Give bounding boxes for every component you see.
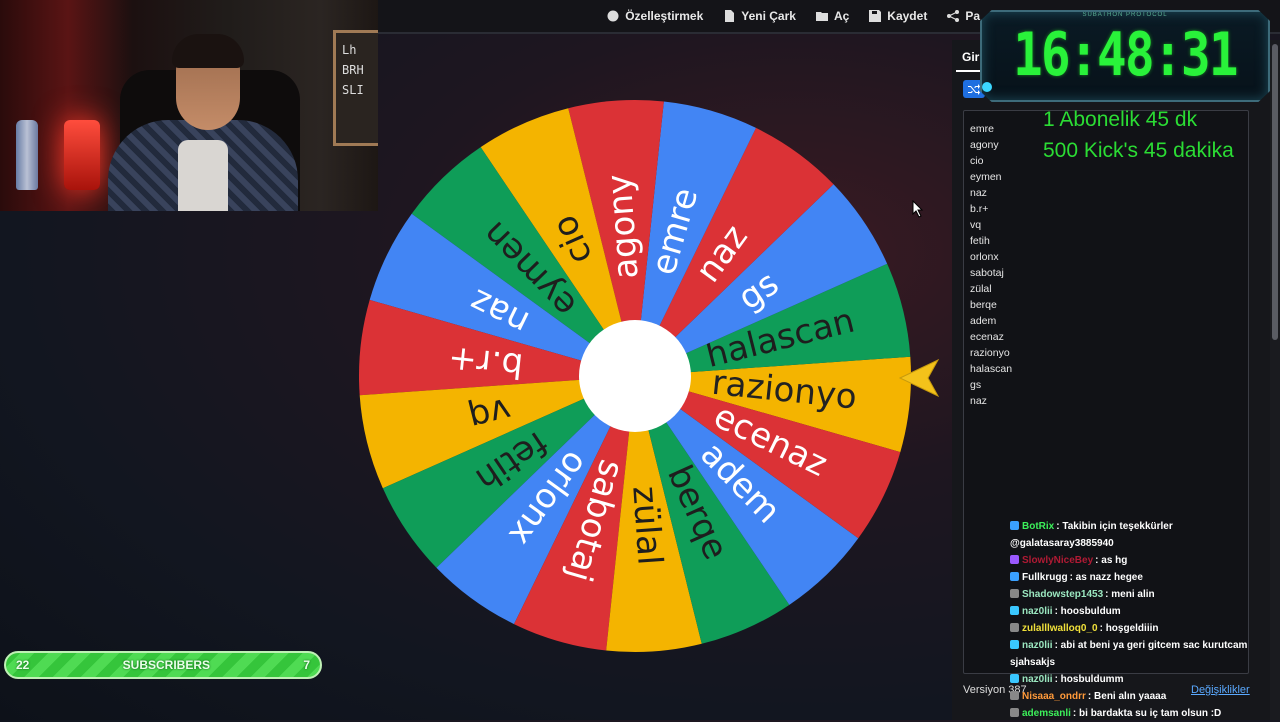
chat-username: SlowlyNiceBey: [1022, 555, 1094, 566]
save-icon: [869, 10, 882, 22]
entry-item: fetih: [970, 235, 990, 247]
chat-username: naz0lii: [1022, 606, 1053, 617]
entry-item: naz: [970, 187, 987, 199]
wheel-center-hub[interactable]: [579, 320, 691, 432]
mouse-cursor-icon: [912, 200, 924, 218]
share-icon: [947, 10, 960, 22]
wheel-pointer-icon: [898, 358, 940, 398]
chat-badge-icon: [1010, 691, 1019, 700]
chat-username: naz0lii: [1022, 640, 1053, 651]
entry-item: razionyo: [970, 347, 1010, 359]
entry-item: vq: [970, 219, 982, 231]
chat-text: : meni alin: [1105, 589, 1155, 600]
open-label: Aç: [833, 9, 850, 23]
chat-message: Fullkrugg: as nazz hegee: [1010, 569, 1272, 586]
chat-badge-icon: [1010, 674, 1019, 683]
chat-username: BotRix: [1022, 521, 1055, 532]
customize-button[interactable]: Özelleştirmek: [607, 9, 703, 23]
wheel-slice-label: zülal: [624, 485, 669, 567]
share-label: Pa: [965, 9, 980, 23]
streamer-hair: [172, 34, 244, 68]
entry-item: halascan: [970, 363, 1013, 375]
chat-username: Shadowstep1453: [1022, 589, 1104, 600]
chat-message: naz0lii: abi at beni ya geri gitcem sac …: [1010, 637, 1272, 671]
entry-item: adem: [970, 315, 997, 327]
open-button[interactable]: Aç: [815, 9, 850, 23]
subscribers-remaining: 7: [303, 658, 310, 672]
webcam-overlay: Lh BRH SLI: [0, 0, 378, 211]
chat-badge-icon: [1010, 708, 1019, 717]
chat-text: : bi bardakta su iç tam olsun :D: [1072, 708, 1222, 719]
chat-message: naz0lii: hoosbuldum: [1010, 603, 1272, 620]
chat-text: : as hg: [1095, 555, 1128, 566]
spin-wheel[interactable]: razionyo halascan gs naz emre agony cio eymen na…: [357, 98, 913, 654]
chat-message: BotRix: Takibin için teşekkürler @galata…: [1010, 518, 1272, 552]
water-bottle: [16, 120, 38, 190]
chat-message: naz0lii: hosbuldumm: [1010, 671, 1272, 688]
streamer-shirt: [178, 140, 228, 211]
chat-message: Shadowstep1453: meni alin: [1010, 586, 1272, 603]
new-wheel-button[interactable]: Yeni Çark: [723, 9, 796, 23]
entry-item: zülal: [970, 283, 992, 295]
chat-text: : hosbuldumm: [1054, 674, 1124, 685]
red-lamp: [64, 120, 100, 190]
subathon-timer: SUBATHON PROTOCOL 16:48:31: [980, 10, 1270, 102]
chat-text: : Beni alın yaaaa: [1087, 691, 1167, 702]
chat-message: SlowlyNiceBey: as hg: [1010, 552, 1272, 569]
subscribers-label: SUBSCRIBERS: [122, 658, 211, 672]
folder-icon: [815, 12, 828, 21]
entry-item: ecenaz: [970, 331, 1004, 343]
palette-icon: [607, 10, 619, 22]
chat-message: Nisaaa_ondrr: Beni alın yaaaa: [1010, 688, 1272, 705]
chat-overlay: BotRix: Takibin için teşekkürler @galata…: [1010, 518, 1272, 722]
entry-item: gs: [970, 379, 982, 391]
wheel-graphic[interactable]: razionyohalascangsnazemreagonycioeymenna…: [357, 98, 913, 654]
save-label: Kaydet: [887, 9, 928, 23]
file-icon: [725, 10, 735, 22]
chat-badge-icon: [1010, 555, 1019, 564]
chat-username: zulalllwalloq0_0: [1022, 623, 1098, 634]
save-button[interactable]: Kaydet: [869, 9, 927, 23]
entry-item: berqe: [970, 299, 997, 311]
timer-status-icon: [982, 82, 992, 92]
chat-message: ademsanli: bi bardakta su iç tam olsun :…: [1010, 705, 1272, 722]
customize-label: Özelleştirmek: [625, 9, 704, 23]
entry-item: eymen: [970, 171, 1002, 183]
entry-item: sabotaj: [970, 267, 1004, 279]
wheel-slice-label: b.r+: [446, 338, 525, 386]
chat-badge-icon: [1010, 640, 1019, 649]
chat-badge-icon: [1010, 521, 1019, 530]
chat-username: naz0lii: [1022, 674, 1053, 685]
chat-badge-icon: [1010, 589, 1019, 598]
chat-username: ademsanli: [1022, 708, 1071, 719]
new-wheel-label: Yeni Çark: [741, 9, 796, 23]
chat-username: Nisaaa_ondrr: [1022, 691, 1086, 702]
entry-item: orlonx: [970, 251, 999, 263]
chat-badge-icon: [1010, 623, 1019, 632]
subscribers-goal-bar: 22 SUBSCRIBERS 7: [4, 651, 322, 679]
entry-item: b.r+: [970, 203, 989, 215]
scrollbar-thumb[interactable]: [1272, 44, 1278, 340]
tab-entries[interactable]: Gir: [962, 50, 979, 64]
chat-badge-icon: [1010, 572, 1019, 581]
chat-username: Fullkrugg: [1022, 572, 1068, 583]
promo-line-1: 1 Abonelik 45 dk: [1043, 108, 1198, 131]
chat-text: : as nazz hegee: [1069, 572, 1143, 583]
entry-item: naz: [970, 395, 987, 407]
subscribers-current: 22: [16, 658, 30, 672]
chat-message: zulalllwalloq0_0: hoşgeldiiin: [1010, 620, 1272, 637]
share-button[interactable]: Pa: [947, 9, 980, 23]
timer-header: SUBATHON PROTOCOL: [1082, 12, 1168, 18]
shuffle-icon: [968, 84, 980, 95]
chat-text: : hoosbuldum: [1054, 606, 1121, 617]
chat-badge-icon: [1010, 606, 1019, 615]
chat-text: : hoşgeldiiin: [1099, 623, 1159, 634]
promo-line-2: 500 Kick's 45 dakika: [1043, 139, 1234, 162]
timer-time: 16:48:31: [1013, 20, 1238, 90]
